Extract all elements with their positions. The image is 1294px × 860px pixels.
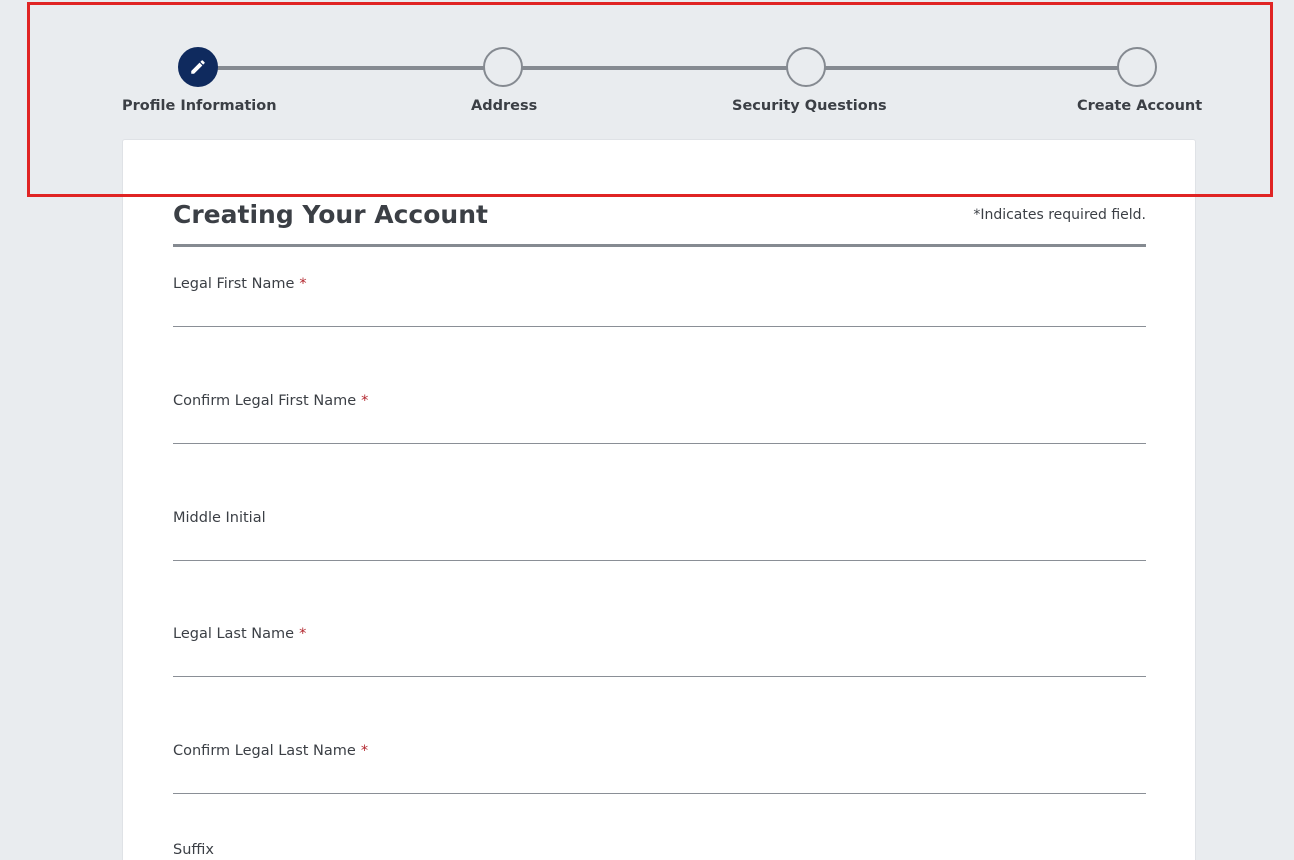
step-connector: [521, 66, 788, 70]
confirm-legal-first-name-input[interactable]: [173, 415, 1146, 444]
step-profile-information-circle[interactable]: [178, 47, 218, 87]
step-connector: [824, 66, 1119, 70]
suffix-label: Suffix: [173, 842, 1146, 858]
pencil-icon: [191, 60, 205, 74]
step-security-questions-circle[interactable]: [786, 47, 826, 87]
field-label-text: Suffix: [173, 842, 214, 858]
legal-first-name-field: Legal First Name *: [173, 276, 1146, 327]
page-title: Creating Your Account: [173, 200, 488, 229]
confirm-legal-first-name-field: Confirm Legal First Name *: [173, 393, 1146, 444]
step-create-account-label: Create Account: [1077, 98, 1203, 114]
field-label-text: Legal First Name: [173, 276, 295, 292]
confirm-legal-last-name-label: Confirm Legal Last Name *: [173, 743, 1146, 759]
required-marker: *: [299, 626, 307, 642]
suffix-field: Suffix: [173, 842, 1146, 858]
progress-stepper: Profile Information Address Security Que…: [0, 0, 1294, 130]
required-marker: *: [361, 393, 369, 409]
step-security-questions-label: Security Questions: [732, 98, 887, 114]
middle-initial-field: Middle Initial: [173, 510, 1146, 561]
step-address-circle[interactable]: [483, 47, 523, 87]
field-label-text: Confirm Legal First Name: [173, 393, 357, 409]
form-header: Creating Your Account *Indicates require…: [173, 198, 1146, 247]
legal-last-name-label: Legal Last Name *: [173, 626, 1146, 642]
legal-first-name-input[interactable]: [173, 298, 1146, 327]
legal-last-name-field: Legal Last Name *: [173, 626, 1146, 677]
confirm-legal-first-name-label: Confirm Legal First Name *: [173, 393, 1146, 409]
field-label-text: Confirm Legal Last Name: [173, 743, 356, 759]
required-marker: *: [360, 743, 369, 759]
legal-first-name-label: Legal First Name *: [173, 276, 1146, 292]
required-field-note: *Indicates required field.: [973, 207, 1146, 223]
form-card: Creating Your Account *Indicates require…: [122, 139, 1196, 860]
legal-last-name-input[interactable]: [173, 648, 1146, 677]
step-create-account-circle[interactable]: [1117, 47, 1157, 87]
step-connector: [216, 66, 484, 70]
step-address-label: Address: [471, 98, 538, 114]
step-profile-information-label: Profile Information: [122, 98, 277, 114]
field-label-text: Middle Initial: [173, 510, 266, 526]
account-creation-page: Profile Information Address Security Que…: [0, 0, 1294, 860]
field-label-text: Legal Last Name: [173, 626, 295, 642]
confirm-legal-last-name-field: Confirm Legal Last Name *: [173, 743, 1146, 794]
confirm-legal-last-name-input[interactable]: [173, 765, 1146, 794]
middle-initial-label: Middle Initial: [173, 510, 1146, 526]
required-marker: *: [299, 276, 307, 292]
middle-initial-input[interactable]: [173, 532, 1146, 561]
